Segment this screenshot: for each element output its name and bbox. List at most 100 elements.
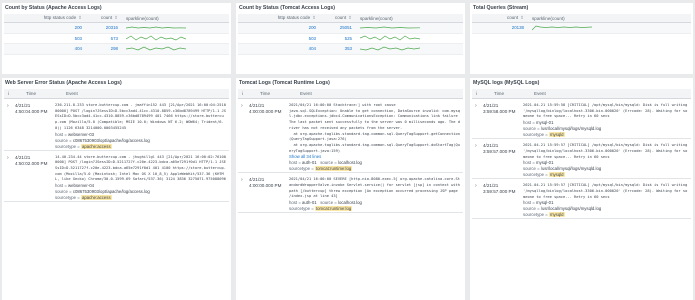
table-header: i Time Event xyxy=(4,89,229,99)
event-content: 2021-04-21 15:59:57 [CRITICAL] /opt/mysq… xyxy=(523,139,691,178)
chevron-right-icon[interactable]: › xyxy=(472,139,483,178)
event-raw[interactable]: 2021-04-21 15:59:57 [CRITICAL] /opt/mysq… xyxy=(523,183,688,200)
field-value[interactable]: localhost.log xyxy=(338,200,362,205)
status-code-cell[interactable]: 404 xyxy=(238,46,316,51)
event-content: 2021/04/21 16:00:00 Stacktrace:] with ro… xyxy=(289,99,463,172)
status-code-cell[interactable]: 200 xyxy=(238,25,316,30)
column-header-event[interactable]: Event xyxy=(300,91,312,96)
panel-title: MySQL logs (MySQL Logs) xyxy=(473,80,540,86)
column-header-event[interactable]: Event xyxy=(534,91,546,96)
field-value[interactable]: /usr/local/mysql/logs/mysqld.log xyxy=(541,166,601,171)
event-raw[interactable]: 2021/04/21 16:00:00 SEVERE [http-nio-808… xyxy=(289,177,460,200)
count-cell[interactable]: 298 xyxy=(82,46,118,51)
chevron-right-icon[interactable]: › xyxy=(4,99,15,150)
field-value[interactable]: mysql-01 xyxy=(536,120,553,125)
field-value[interactable]: mysql-01 xyxy=(536,160,553,165)
field-value[interactable]: mysqld xyxy=(548,212,565,218)
column-header-sparkline[interactable]: sparkline(count) xyxy=(352,16,393,21)
count-cell[interactable]: 353 xyxy=(316,46,352,51)
count-cell[interactable]: 525 xyxy=(316,36,352,41)
event-time[interactable]: 4/21/21 4:50:02.000 PM xyxy=(15,151,55,202)
event-time[interactable]: 4/21/21 3:59:57.000 PM xyxy=(483,139,523,178)
chevron-right-icon[interactable]: › xyxy=(4,151,15,202)
event-raw[interactable]: 2021-04-21 15:59:57 [CRITICAL] /opt/mysq… xyxy=(523,143,688,160)
status-code-cell[interactable]: 503 xyxy=(238,36,316,41)
event-time[interactable]: 4/21/21 3:59:57.000 PM xyxy=(483,179,523,218)
field-value[interactable]: c0867530903/opt/apache/log/access.log xyxy=(73,138,150,143)
event-list: › 4/21/21 4:50:04.000 PM 236.211.8.233 st… xyxy=(4,99,229,300)
column-header-i: i xyxy=(242,91,244,96)
count-cell[interactable]: 25051 xyxy=(316,25,352,30)
field-sourcetype: sourcetype = tomcat:runtime:log xyxy=(289,166,353,172)
field-value[interactable]: tomcat:runtime:log xyxy=(314,206,353,212)
status-code-cell[interactable]: 200 xyxy=(4,25,82,30)
event-row: › 4/21/21 3:59:57.000 PM 2021-04-21 15:59… xyxy=(472,139,691,180)
column-header-event[interactable]: Event xyxy=(66,91,78,96)
event-time[interactable]: 4/21/21 4:00:00.000 PM xyxy=(249,173,289,212)
event-time[interactable]: 4/21/21 4:00:00.000 PM xyxy=(249,99,289,172)
column-header-status-code[interactable]: http status code ⇕ xyxy=(4,15,82,21)
field-value[interactable]: c0867530903/opt/apache/log/access.log xyxy=(73,189,150,194)
field-value[interactable]: mysqld xyxy=(548,172,565,178)
table-row: 503 525 xyxy=(238,34,463,44)
field-value[interactable]: mysql-01 xyxy=(536,200,553,205)
count-table: http status code ⇕ count ⇕ sparkline(count… xyxy=(238,14,463,55)
column-header-time[interactable]: Time xyxy=(260,91,300,96)
field-value[interactable]: webserver-04 xyxy=(68,183,94,188)
column-header-time[interactable]: Time xyxy=(26,91,66,96)
event-row: › 4/21/21 4:00:00.000 PM 2021/04/21 16:00… xyxy=(238,173,463,214)
event-raw[interactable]: 2021/04/21 16:00:00 Stacktrace:] with ro… xyxy=(289,103,460,154)
event-raw[interactable]: 236.211.8.233 store.buttercup.com - jmaf… xyxy=(55,103,226,132)
count-table: http status code ⇕ count ⇕ sparkline(count… xyxy=(4,14,229,55)
field-value[interactable]: webserver-03 xyxy=(68,132,94,137)
field-value[interactable]: tomcat:runtime:log xyxy=(314,166,353,172)
chevron-right-icon[interactable]: › xyxy=(238,173,249,212)
chevron-right-icon[interactable]: › xyxy=(238,99,249,172)
count-cell[interactable]: 673 xyxy=(82,36,118,41)
column-header-status-code[interactable]: http status code ⇕ xyxy=(238,15,316,21)
chevron-right-icon[interactable]: › xyxy=(472,99,483,138)
table-row: 200 25051 xyxy=(238,23,463,34)
event-time[interactable]: 4/21/21 3:59:58.000 PM xyxy=(483,99,523,138)
event-raw[interactable]: 2021-04-21 15:59:58 [CRITICAL] /opt/mysq… xyxy=(523,103,688,120)
table-rows: 200 20316 503 673 404 298 xyxy=(4,23,229,55)
count-cell[interactable]: 20138 xyxy=(472,25,524,30)
field-value[interactable]: auth-01 xyxy=(302,200,317,205)
chevron-right-icon[interactable]: › xyxy=(472,179,483,218)
field-value[interactable]: /usr/local/mysql/logs/mysqld.log xyxy=(541,126,601,131)
count-table: count ⇕ sparkline(count) 20138 xyxy=(472,14,691,34)
column-header-sparkline[interactable]: sparkline(count) xyxy=(118,16,159,21)
table-row: 503 673 xyxy=(4,34,229,44)
table-rows: 20138 xyxy=(472,23,691,34)
field-value[interactable]: auth-01 xyxy=(302,160,317,165)
status-code-cell[interactable]: 404 xyxy=(4,46,82,51)
table-row: 20138 xyxy=(472,23,691,34)
event-time[interactable]: 4/21/21 4:50:04.000 PM xyxy=(15,99,55,150)
sparkline xyxy=(126,35,186,41)
column-header-count[interactable]: count ⇕ xyxy=(316,15,352,21)
table-header: i Time Event xyxy=(472,89,691,99)
field-sourcetype: sourcetype = tomcat:runtime:log xyxy=(289,206,353,212)
event-row: › 4/21/21 3:59:57.000 PM 2021-04-21 15:59… xyxy=(472,179,691,220)
event-raw[interactable]: 14.40.234.44 store.buttercup.com - jhugh… xyxy=(55,155,226,184)
field-value[interactable]: localhost.log xyxy=(338,160,362,165)
panel-web-server-errors: Web Server Error Status (Apache Access L… xyxy=(2,78,231,300)
table-header: http status code ⇕ count ⇕ sparkline(count… xyxy=(238,14,463,23)
column-header-time[interactable]: Time xyxy=(494,91,534,96)
panel-title: Total Queries (Stream) xyxy=(473,5,529,11)
field-value[interactable]: /usr/local/mysql/logs/mysqld.log xyxy=(541,206,601,211)
event-content: 2021-04-21 15:59:58 [CRITICAL] /opt/mysq… xyxy=(523,99,691,138)
column-header-i: i xyxy=(8,91,10,96)
table-header: count ⇕ sparkline(count) xyxy=(472,14,691,23)
count-cell[interactable]: 20316 xyxy=(82,25,118,30)
event-content: 2021/04/21 16:00:00 SEVERE [http-nio-808… xyxy=(289,173,463,212)
field-value[interactable]: apache:access xyxy=(80,143,112,149)
column-header-sparkline[interactable]: sparkline(count) xyxy=(524,16,565,21)
sparkline xyxy=(126,26,186,29)
field-value[interactable]: mysqld xyxy=(548,132,565,138)
column-header-count[interactable]: count ⇕ xyxy=(472,15,524,21)
column-header-count[interactable]: count ⇕ xyxy=(82,15,118,21)
field-value[interactable]: apache:access xyxy=(80,195,112,201)
panel-title: Count by Status (Apache Access Logs) xyxy=(5,5,102,11)
status-code-cell[interactable]: 503 xyxy=(4,36,82,41)
